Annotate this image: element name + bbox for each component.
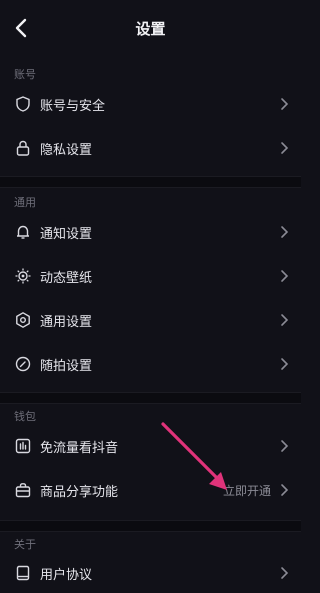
gear-icon: [16, 312, 30, 328]
settings-item-label: 商品分享功能: [40, 485, 119, 500]
chevron-right-icon: [281, 484, 289, 496]
section-label-about: 关于: [14, 538, 36, 551]
lock-icon: [16, 140, 30, 156]
settings-item-live-wallpaper[interactable]: 动态壁纸: [0, 256, 301, 296]
page-title: 设置: [135, 20, 166, 38]
chevron-right-icon: [281, 98, 289, 110]
document-icon: [16, 565, 30, 581]
chevron-right-icon: [281, 567, 289, 579]
settings-item-general[interactable]: 通用设置: [0, 300, 301, 340]
bag-icon: [15, 483, 31, 498]
settings-item-privacy[interactable]: 隐私设置: [0, 128, 301, 168]
chevron-right-icon: [281, 358, 289, 370]
chevron-right-icon: [281, 142, 289, 154]
settings-item-product-sharing[interactable]: 商品分享功能 立即开通: [0, 470, 301, 510]
settings-item-label: 免流量看抖音: [40, 441, 119, 456]
bell-icon: [17, 225, 29, 239]
camera-icon: [15, 356, 31, 372]
chevron-right-icon: [281, 270, 289, 282]
section-divider: [0, 176, 301, 188]
header-bar: 设置: [0, 0, 301, 58]
settings-item-label: 通用设置: [40, 315, 93, 330]
settings-item-quick-shoot[interactable]: 随拍设置: [0, 344, 301, 384]
settings-item-label: 随拍设置: [40, 359, 93, 374]
settings-item-label: 动态壁纸: [40, 271, 93, 286]
section-label-general: 通用: [14, 196, 36, 209]
settings-item-label: 用户协议: [40, 568, 93, 583]
chevron-right-icon: [281, 226, 289, 238]
settings-item-user-agreement[interactable]: 用户协议: [0, 553, 301, 593]
wallpaper-icon: [15, 268, 31, 284]
settings-item-notifications[interactable]: 通知设置: [0, 212, 301, 252]
settings-item-label: 账号与安全: [40, 99, 106, 114]
shield-icon: [16, 96, 30, 112]
chevron-right-icon: [281, 440, 289, 452]
section-divider: [0, 520, 301, 532]
settings-item-label: 通知设置: [40, 227, 93, 242]
section-label-wallet: 钱包: [14, 410, 36, 423]
section-divider: [0, 392, 301, 404]
chevron-right-icon: [281, 314, 289, 326]
settings-item-account-security[interactable]: 账号与安全: [0, 84, 301, 124]
settings-item-free-data[interactable]: 免流量看抖音: [0, 426, 301, 466]
annotation-arrow-icon: [161, 422, 227, 490]
section-label-account: 账号: [14, 68, 36, 81]
settings-item-label: 隐私设置: [40, 143, 93, 158]
data-icon: [15, 438, 31, 454]
